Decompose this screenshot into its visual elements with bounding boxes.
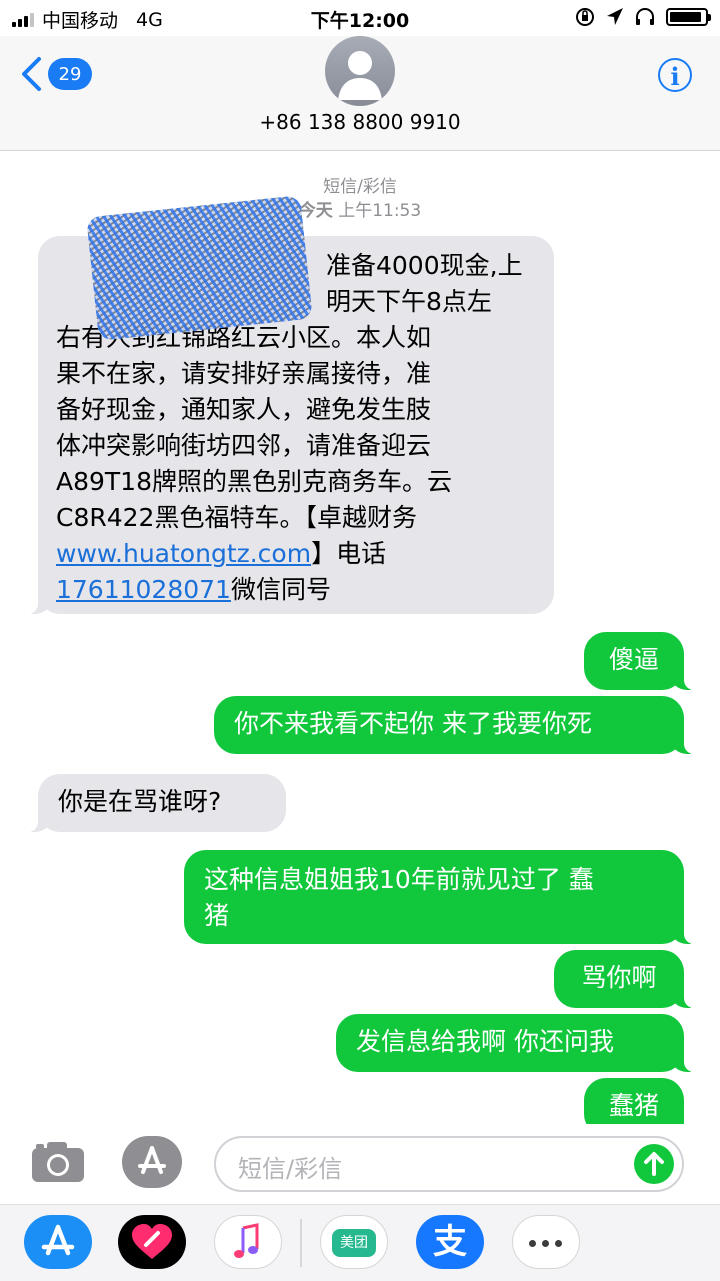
message-text: 骂你啊: [581, 963, 657, 992]
message-line: 17611028071微信同号: [56, 572, 536, 608]
camera-icon: [32, 1142, 84, 1182]
phone-link[interactable]: 17611028071: [56, 575, 231, 604]
status-right: [574, 6, 711, 28]
service-label: 短信/彩信: [323, 177, 397, 197]
message-text: 微信同号: [230, 575, 331, 604]
app-store-icon: [41, 1224, 75, 1256]
drawer-divider: [300, 1219, 302, 1267]
message-text: 蠢猪: [608, 1091, 659, 1120]
redaction-scribble: [86, 195, 313, 341]
digital-touch-button[interactable]: [118, 1215, 186, 1269]
headphones-icon: [636, 8, 654, 25]
message-text: 】电话: [311, 539, 387, 568]
message-line: 猪: [204, 901, 230, 930]
message-text: 发信息给我啊 你还问我: [356, 1027, 614, 1056]
location-arrow-icon: [607, 8, 623, 25]
message-bubble-outgoing[interactable]: 你不来我看不起你 来了我要你死: [214, 696, 706, 754]
timestamp-day: 今天: [298, 201, 333, 221]
message-line: www.huatongtz.com】电话: [56, 536, 536, 572]
message-bubble-outgoing[interactable]: 发信息给我啊 你还问我: [336, 1014, 706, 1072]
message-text: 傻逼: [608, 645, 659, 674]
send-button[interactable]: [634, 1144, 674, 1184]
url-link[interactable]: www.huatongtz.com: [56, 539, 311, 568]
send-arrow-icon: [644, 1152, 664, 1176]
info-button[interactable]: i: [658, 58, 692, 92]
message-bubble-outgoing[interactable]: 傻逼: [584, 632, 706, 690]
more-icon: [529, 1240, 562, 1247]
unread-count-badge: 29: [48, 58, 92, 90]
timestamp-time: 上午11:53: [338, 201, 422, 221]
message-line: 备好现金，通知家人，避免发生肢: [56, 395, 432, 424]
more-apps-button[interactable]: [512, 1215, 580, 1269]
app-drawer: 美团 支: [0, 1204, 720, 1281]
orientation-lock-icon: [576, 8, 594, 26]
message-line: A89T18牌照的黑色别克商务车。云: [56, 467, 452, 496]
chevron-left-icon: [22, 57, 41, 91]
message-text: 你是在骂谁呀?: [58, 787, 222, 816]
conversation-header: 29 +86 138 8800 9910 i: [0, 36, 720, 151]
music-icon: [234, 1223, 259, 1258]
meituan-icon: 美团: [332, 1229, 376, 1257]
apps-button[interactable]: [122, 1136, 182, 1188]
battery-level: [670, 12, 701, 22]
message-line: 体冲突影响街坊四邻，请准备迎云: [56, 431, 432, 460]
compose-bar: 短信/彩信: [0, 1124, 720, 1204]
message-bubble-outgoing[interactable]: 这种信息姐姐我10年前就见过了 蠢 猪: [184, 850, 706, 944]
message-line: 这种信息姐姐我10年前就见过了 蠢: [204, 865, 594, 894]
contact-number[interactable]: +86 138 8800 9910: [0, 110, 720, 134]
music-button[interactable]: [214, 1215, 282, 1269]
message-bubble-outgoing[interactable]: 骂你啊: [554, 950, 706, 1008]
person-silhouette-icon: [338, 51, 382, 100]
message-line: C8R422黑色福特车。【卓越财务: [56, 503, 417, 532]
alipay-icon: 支: [433, 1222, 467, 1262]
contact-avatar[interactable]: [325, 36, 395, 106]
message-bubble-incoming[interactable]: 你是在骂谁呀?: [16, 774, 286, 832]
status-bar: 中国移动 4G 下午12:00: [0, 0, 720, 36]
message-input-placeholder: 短信/彩信: [238, 1155, 343, 1183]
message-line: 果不在家，请安排好亲属接待，准: [56, 359, 432, 388]
digital-touch-icon: [132, 1224, 172, 1259]
app-store-icon: [138, 1146, 166, 1174]
camera-button[interactable]: [30, 1140, 86, 1184]
meituan-button[interactable]: 美团: [320, 1215, 388, 1269]
message-input[interactable]: 短信/彩信: [214, 1136, 684, 1192]
battery-icon: [666, 8, 711, 26]
alipay-button[interactable]: 支: [416, 1215, 484, 1269]
back-button[interactable]: 29: [20, 56, 92, 92]
message-text: 你不来我看不起你 来了我要你死: [234, 709, 592, 738]
app-store-button[interactable]: [24, 1215, 92, 1269]
